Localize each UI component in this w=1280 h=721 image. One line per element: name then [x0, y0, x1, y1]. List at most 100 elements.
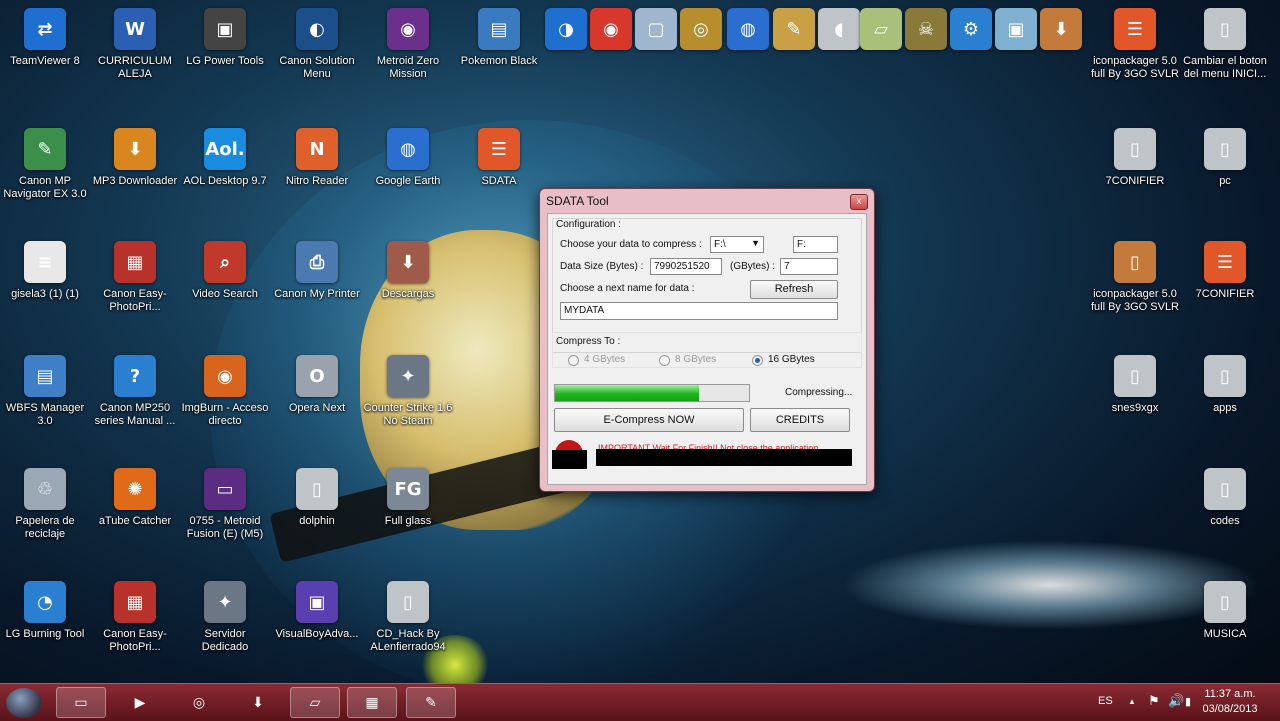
desktop-icon[interactable]: Aol. AOL Desktop 9.7 [180, 128, 270, 188]
desktop-icon[interactable]: ▯ dolphin [272, 468, 362, 528]
desktop-icon-image: ◉ [387, 8, 429, 50]
desktop-icon-label: Opera Next [288, 402, 346, 414]
desktop-icon[interactable]: ☰ 7CONIFIER [1180, 241, 1270, 301]
desktop-icon[interactable]: ◉ ImgBurn - Acceso directo [180, 355, 270, 428]
desktop-icon[interactable]: ▭ 0755 - Metroid Fusion (E) (M5) [180, 468, 270, 541]
compress-to-label: Compress To : [556, 336, 621, 347]
desktop-icon[interactable]: W CURRICULUM ALEJA [90, 8, 180, 81]
desktop-icon[interactable]: ▯ codes [1180, 468, 1270, 528]
radio-4gb[interactable] [568, 355, 579, 366]
desktop-icon-image: ☰ [1114, 8, 1156, 50]
desktop-icon-label: apps [1213, 402, 1237, 414]
desktop-icon[interactable]: ✎ Canon MP Navigator EX 3.0 [0, 128, 90, 201]
desktop-icon-image: ▯ [387, 581, 429, 623]
desktop-icon-label: SDATA [481, 175, 517, 187]
next-name-label: Choose a next name for data : [560, 283, 695, 294]
drive-select[interactable]: F:\ ▼ [710, 236, 764, 253]
desktop-icon[interactable]: ▯ apps [1180, 355, 1270, 415]
start-button[interactable] [6, 688, 42, 718]
desktop-icon-image: ✎ [24, 128, 66, 170]
desktop-icon-image: ▯ [1204, 355, 1246, 397]
desktop-icon-image: ◐ [296, 8, 338, 50]
drive-text-field[interactable]: F: [793, 236, 838, 253]
taskbar-button-sdata[interactable]: ✎ [406, 687, 456, 718]
network-icon[interactable]: ▮ [1185, 695, 1191, 708]
desktop-icon[interactable]: ▯ CD_Hack By ALenfierrado94 [363, 581, 453, 654]
desktop-icon[interactable]: ▣ VisualBoyAdva... [272, 581, 362, 641]
taskbar-button-media-player[interactable]: ▶ [115, 687, 165, 718]
desktop-icon-image: ▤ [478, 8, 520, 50]
desktop-icon[interactable]: ◍ Google Earth [363, 128, 453, 188]
taskbar-button-film[interactable]: ▦ [347, 687, 397, 718]
close-button[interactable]: x [850, 194, 868, 210]
desktop-icon[interactable]: ⬇ MP3 Downloader [90, 128, 180, 188]
desktop-icon[interactable]: ♲ Papelera de reciclaje [0, 468, 90, 541]
desktop-icon[interactable]: ≡ gisela3 (1) (1) [0, 241, 90, 301]
desktop-icon[interactable]: ▯ 7CONIFIER [1090, 128, 1180, 188]
refresh-button[interactable]: Refresh [750, 280, 838, 299]
desktop-icon-image: N [296, 128, 338, 170]
desktop-icon-image: ⌕ [204, 241, 246, 283]
progress-fill [555, 385, 699, 401]
data-size-label: Data Size (Bytes) : [560, 261, 644, 272]
desktop-icon-label: codes [1210, 515, 1240, 527]
desktop-icon-label: Full glass [384, 515, 432, 527]
desktop-icon-label: CD_Hack By ALenfierrado94 [370, 628, 446, 653]
desktop-icon[interactable]: ▦ Canon Easy-PhotoPri... [90, 581, 180, 654]
desktop-icon[interactable]: ⎙ Canon My Printer [272, 241, 362, 301]
desktop-icon[interactable]: ✦ Counter Strike 1.6 No Steam [363, 355, 453, 428]
desktop-icon[interactable]: ▯ Cambiar el boton del menu INICI... [1180, 8, 1270, 81]
desktop-icon[interactable]: O Opera Next [272, 355, 362, 415]
desktop-icon[interactable]: ◐ Canon Solution Menu [272, 8, 362, 81]
radio-16gb-label: 16 GBytes [768, 354, 815, 365]
desktop-icon[interactable]: ▯ pc [1180, 128, 1270, 188]
desktop-icon[interactable]: ▯ iconpackager 5.0 full By 3GO SVLR [1090, 241, 1180, 314]
taskbar-button-explorer[interactable]: ▭ [56, 687, 106, 718]
clock-date[interactable]: 03/08/2013 [1200, 703, 1260, 715]
choose-data-label: Choose your data to compress : [560, 239, 702, 250]
desktop-icon-image: ▯ [1204, 128, 1246, 170]
radio-8gb[interactable] [659, 355, 670, 366]
desktop-icon[interactable]: N Nitro Reader [272, 128, 362, 188]
desktop-icon[interactable]: ◉ Metroid Zero Mission [363, 8, 453, 81]
desktop-icon[interactable]: ▯ MUSICA [1180, 581, 1270, 641]
language-indicator[interactable]: ES [1098, 695, 1113, 707]
action-center-flag-icon[interactable]: ⚑ [1148, 693, 1160, 709]
desktop-icon-label: Canon MP Navigator EX 3.0 [3, 175, 87, 200]
name-field[interactable]: MYDATA [560, 302, 838, 320]
desktop-icon-label: iconpackager 5.0 full By 3GO SVLR [1090, 288, 1180, 313]
gbytes-field[interactable]: 7 [780, 258, 838, 275]
desktop-icon-label: CURRICULUM ALEJA [98, 55, 172, 80]
desktop-icon[interactable]: ✺ aTube Catcher [90, 468, 180, 528]
desktop-icon[interactable]: ? Canon MP250 series Manual ... [90, 355, 180, 428]
desktop-icon[interactable]: FG Full glass [363, 468, 453, 528]
desktop-icon[interactable]: ▦ Canon Easy-PhotoPri... [90, 241, 180, 314]
desktop-icon[interactable]: ✦ Servidor Dedicado [180, 581, 270, 654]
desktop-icon-label: Canon Easy-PhotoPri... [103, 288, 167, 313]
radio-16gb[interactable] [752, 355, 763, 366]
desktop-icon-label: TeamViewer 8 [10, 55, 80, 67]
desktop-icon-image: ⬇ [114, 128, 156, 170]
ecompress-now-button[interactable]: E-Compress NOW [554, 408, 744, 432]
taskbar-button-disc-tool[interactable]: ◎ [174, 687, 224, 718]
gbytes-label: (GBytes) : [730, 261, 776, 272]
desktop-icon[interactable]: ⬇ [1016, 8, 1106, 50]
desktop-icon[interactable]: ◔ LG Burning Tool [0, 581, 90, 641]
desktop-icon-label: Cambiar el boton del menu INICI... [1183, 55, 1267, 80]
desktop-icon[interactable]: ⇄ TeamViewer 8 [0, 8, 90, 68]
desktop-icon[interactable]: ☰ SDATA [454, 128, 544, 188]
desktop-icon[interactable]: ⬇ Descargas [363, 241, 453, 301]
desktop-icon[interactable]: ▤ WBFS Manager 3.0 [0, 355, 90, 428]
desktop-icon[interactable]: ▣ LG Power Tools [180, 8, 270, 68]
desktop-icon[interactable]: ▯ snes9xgx [1090, 355, 1180, 415]
volume-icon[interactable]: 🔊 [1168, 693, 1184, 709]
show-hidden-icons-icon[interactable]: ▲ [1128, 697, 1136, 706]
desktop-icon-image: ▯ [1204, 8, 1246, 50]
clock-time[interactable]: 11:37 a.m. [1202, 688, 1258, 700]
desktop-icon[interactable]: ⌕ Video Search [180, 241, 270, 301]
taskbar-button-notes[interactable]: ▱ [290, 687, 340, 718]
credits-button[interactable]: CREDITS [750, 408, 850, 432]
taskbar-button-mp3-downloader[interactable]: ⬇ [233, 687, 283, 718]
desktop-icon-label: Google Earth [375, 175, 441, 187]
data-size-field[interactable]: 7990251520 [650, 258, 722, 275]
